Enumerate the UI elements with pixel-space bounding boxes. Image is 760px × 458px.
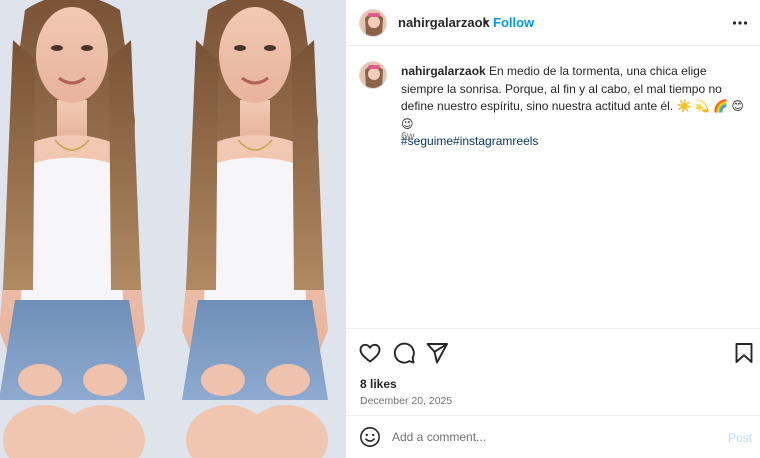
follow-button[interactable]: Follow — [493, 15, 534, 30]
caption-time-ago[interactable]: 6w — [401, 130, 414, 142]
more-options-icon[interactable] — [732, 15, 748, 31]
send-icon[interactable] — [425, 341, 449, 365]
caption-section: nahirgalarzaok En medio de la tormenta, … — [346, 46, 760, 328]
emoji-icon[interactable] — [359, 426, 381, 448]
comment-bar: Post — [346, 416, 760, 458]
avatar-image — [360, 10, 386, 36]
avatar[interactable] — [359, 9, 387, 37]
post-media[interactable] — [0, 0, 346, 458]
post-panel: nahirgalarzaok • Follow nahirgalarzaok E… — [346, 0, 760, 458]
separator-dot: • — [483, 14, 488, 29]
post-photo — [0, 0, 346, 458]
comment-icon[interactable] — [392, 341, 416, 365]
post-comment-button[interactable]: Post — [728, 431, 752, 445]
post-date: December 20, 2025 — [360, 395, 453, 407]
action-bar: 8 likes December 20, 2025 — [346, 328, 760, 416]
hashtag-links[interactable]: #seguime#instagramreels — [401, 134, 538, 148]
post-username[interactable]: nahirgalarzaok — [398, 15, 490, 30]
heart-icon[interactable] — [358, 341, 382, 365]
caption-username[interactable]: nahirgalarzaok — [401, 64, 486, 78]
likes-count[interactable]: 8 likes — [360, 377, 397, 391]
post-header: nahirgalarzaok • Follow — [346, 0, 760, 46]
comment-input[interactable] — [392, 427, 712, 447]
caption-text: nahirgalarzaok En medio de la tormenta, … — [401, 63, 746, 151]
avatar-image — [360, 62, 386, 88]
caption-avatar[interactable] — [359, 61, 387, 89]
bookmark-icon[interactable] — [732, 341, 756, 365]
